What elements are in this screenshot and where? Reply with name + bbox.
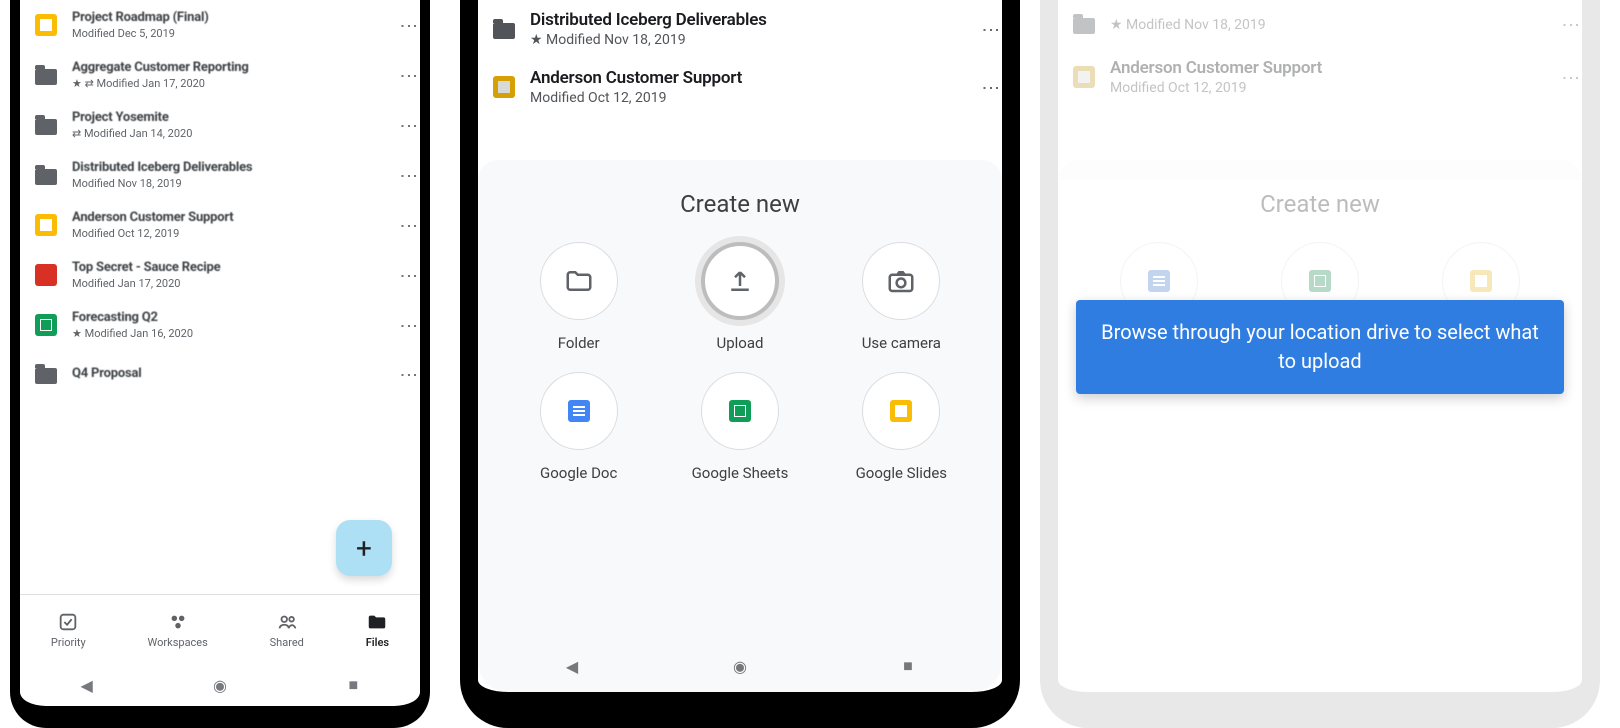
file-subtitle: Modified Jan 17, 2020 xyxy=(72,277,396,290)
slides-icon xyxy=(862,372,940,450)
tab-label: Priority xyxy=(51,636,86,649)
folder-icon xyxy=(32,111,60,139)
file-title: Project Roadmap (Final) xyxy=(72,10,396,25)
doc-icon xyxy=(540,372,618,450)
file-row[interactable]: Top Secret - Sauce Recipe Modified Jan 1… xyxy=(20,250,420,300)
file-row[interactable]: Anderson Customer Support Modified Oct 1… xyxy=(20,200,420,250)
create-new-sheet-faded: Create new Google Doc Google Sheets Goog… xyxy=(1058,160,1582,180)
create-new-sheet: Create new Folder Upload Use camera Goog… xyxy=(478,160,1002,692)
upload-icon xyxy=(701,242,779,320)
tab-priority[interactable]: Priority xyxy=(51,611,86,649)
file-title: Distributed Iceberg Deliverables xyxy=(530,10,978,30)
file-title: Project Yosemite xyxy=(72,110,396,125)
file-row[interactable]: Aggregate Customer Reporting ★ ⇄ Modifie… xyxy=(20,50,420,100)
system-nav: ◀ ◉ ■ xyxy=(20,664,420,706)
file-subtitle: ★ ⇄ Modified Jan 17, 2020 xyxy=(72,77,396,90)
file-subtitle: ★ Modified Jan 16, 2020 xyxy=(72,327,396,340)
file-subtitle: Modified Dec 5, 2019 xyxy=(72,27,396,40)
file-row[interactable]: Project Roadmap (Final) Modified Dec 5, … xyxy=(20,0,420,50)
folder-icon xyxy=(1070,10,1098,38)
file-title: Top Secret - Sauce Recipe xyxy=(72,260,396,275)
file-title: Anderson Customer Support xyxy=(72,210,396,225)
file-row[interactable]: Distributed Iceberg Deliverables ★ Modif… xyxy=(478,0,1002,58)
upload-tooltip: Browse through your location drive to se… xyxy=(1076,300,1564,394)
create-option-google-doc[interactable]: Google Doc xyxy=(498,372,659,482)
priority-icon xyxy=(57,611,79,633)
option-label: Upload xyxy=(717,334,764,352)
file-row[interactable]: Anderson Customer Support Modified Oct 1… xyxy=(1058,48,1582,106)
folder-icon xyxy=(490,15,518,43)
file-title: Distributed Iceberg Deliverables xyxy=(72,160,396,175)
files-icon xyxy=(366,611,388,633)
folder-outline-icon xyxy=(540,242,618,320)
slides-icon xyxy=(32,11,60,39)
nav-recents-icon: ■ xyxy=(888,656,928,676)
file-subtitle: ⇄ Modified Jan 14, 2020 xyxy=(72,127,396,140)
file-subtitle: Modified Nov 18, 2019 xyxy=(72,177,396,190)
file-title: Aggregate Customer Reporting xyxy=(72,60,396,75)
option-label: Google Sheets xyxy=(692,464,789,482)
bottom-tabs: Priority Workspaces Shared Files xyxy=(20,594,420,664)
option-label: Use camera xyxy=(862,334,941,352)
fab-create[interactable]: + xyxy=(336,520,392,576)
folder-icon xyxy=(32,360,60,388)
tab-label: Workspaces xyxy=(148,636,208,649)
slides-icon xyxy=(490,73,518,101)
option-label: Folder xyxy=(558,334,600,352)
shared-icon xyxy=(276,611,298,633)
phone-1-files-list: Project Roadmap (Final) Modified Dec 5, … xyxy=(10,0,430,728)
tab-shared[interactable]: Shared xyxy=(270,611,304,649)
file-title: Forecasting Q2 xyxy=(72,310,396,325)
sheet-title: Create new xyxy=(1068,190,1572,218)
slides-icon xyxy=(1070,63,1098,91)
tab-files[interactable]: Files xyxy=(366,611,389,649)
create-option-use-camera[interactable]: Use camera xyxy=(821,242,982,352)
folder-icon xyxy=(32,161,60,189)
file-row[interactable]: Distributed Iceberg Deliverables Modifie… xyxy=(20,150,420,200)
folder-icon xyxy=(32,61,60,89)
camera-icon xyxy=(862,242,940,320)
file-row[interactable]: Forecasting Q2 ★ Modified Jan 16, 2020 ⋮ xyxy=(20,300,420,350)
nav-home-icon: ◉ xyxy=(200,676,240,695)
workspaces-icon xyxy=(167,611,189,633)
phone-3-tooltip: ★ Modified Nov 18, 2019 ⋮ Anderson Custo… xyxy=(1040,0,1600,728)
slides-icon xyxy=(32,211,60,239)
file-subtitle: Modified Oct 12, 2019 xyxy=(530,90,978,106)
tab-label: Files xyxy=(366,636,389,649)
nav-back-icon: ◀ xyxy=(67,676,107,695)
nav-recents-icon: ■ xyxy=(333,675,373,695)
file-subtitle: Modified Oct 12, 2019 xyxy=(1110,80,1558,96)
tab-label: Shared xyxy=(270,636,304,649)
file-subtitle: ★ Modified Nov 18, 2019 xyxy=(1110,17,1558,33)
sheet-title: Create new xyxy=(488,190,992,218)
system-nav: ◀ ◉ ■ xyxy=(488,640,992,692)
file-title: Anderson Customer Support xyxy=(1110,58,1558,78)
create-option-upload[interactable]: Upload xyxy=(659,242,820,352)
option-label: Google Doc xyxy=(540,464,617,482)
file-row[interactable]: Project Yosemite ⇄ Modified Jan 14, 2020… xyxy=(20,100,420,150)
pdf-icon xyxy=(32,261,60,289)
phone-2-create-sheet: Distributed Iceberg Deliverables ★ Modif… xyxy=(460,0,1020,728)
option-label: Google Slides xyxy=(856,464,947,482)
file-row[interactable]: Anderson Customer Support Modified Oct 1… xyxy=(478,58,1002,116)
file-title: Q4 Proposal xyxy=(72,366,396,381)
create-option-folder[interactable]: Folder xyxy=(498,242,659,352)
create-option-google-sheets[interactable]: Google Sheets xyxy=(659,372,820,482)
sheets-icon xyxy=(32,311,60,339)
file-subtitle: ★ Modified Nov 18, 2019 xyxy=(530,32,978,48)
nav-home-icon: ◉ xyxy=(720,657,760,676)
file-subtitle: Modified Oct 12, 2019 xyxy=(72,227,396,240)
create-option-google-slides[interactable]: Google Slides xyxy=(821,372,982,482)
nav-back-icon: ◀ xyxy=(552,657,592,676)
sheets-icon xyxy=(701,372,779,450)
tab-workspaces[interactable]: Workspaces xyxy=(148,611,208,649)
file-title: Anderson Customer Support xyxy=(530,68,978,88)
file-row[interactable]: Q4 Proposal ⋮ xyxy=(20,350,420,398)
file-row[interactable]: ★ Modified Nov 18, 2019 ⋮ xyxy=(1058,0,1582,48)
